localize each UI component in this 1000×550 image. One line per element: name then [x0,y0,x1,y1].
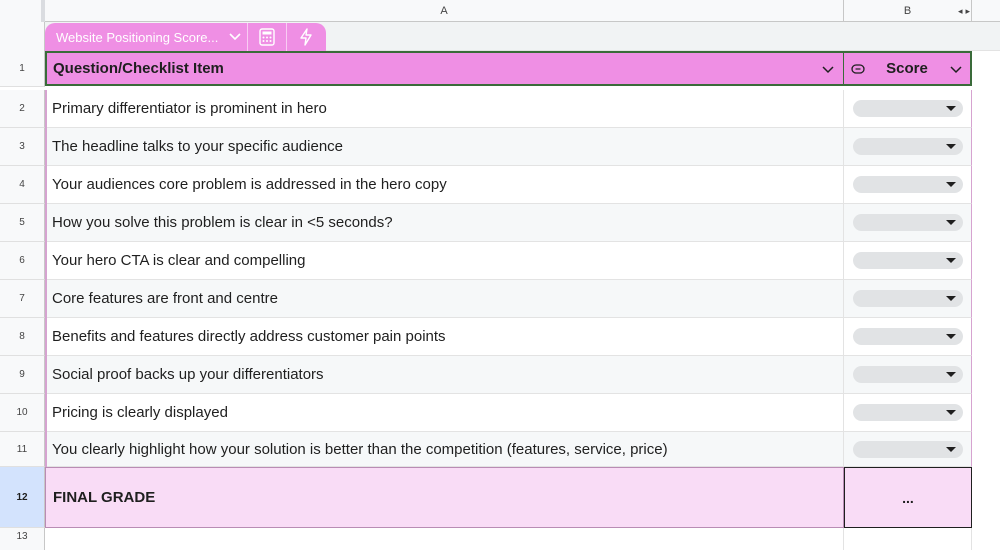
column-scroll-arrows[interactable]: ◂▸ [958,0,973,22]
score-cell[interactable] [844,166,972,204]
select-all-corner[interactable] [0,0,45,22]
dropdown-arrow-icon [945,106,956,111]
dropdown-arrow-icon [945,296,956,301]
dropdown-arrow-icon [945,372,956,377]
row-number[interactable]: 8 [0,318,45,356]
checklist-item-cell[interactable]: You clearly highlight how your solution … [45,432,844,467]
score-dropdown[interactable] [852,138,963,155]
score-column-header[interactable]: Score [844,51,972,86]
final-grade-label[interactable]: FINAL GRADE [45,467,844,528]
dropdown-arrow-icon [945,258,956,263]
row-number[interactable]: 1 [0,51,45,87]
score-dropdown[interactable] [852,252,963,269]
empty-cell[interactable] [45,528,844,550]
row-number[interactable]: 3 [0,128,45,166]
column-header-bar: A B ◂▸ [0,0,1000,22]
row-number[interactable]: 7 [0,280,45,318]
row-number[interactable]: 6 [0,242,45,280]
checklist-item-cell[interactable]: Pricing is clearly displayed [45,394,844,432]
final-grade-value[interactable]: ... [844,467,972,528]
score-cell[interactable] [844,280,972,318]
row-number[interactable]: 2 [0,90,45,128]
lightning-icon[interactable] [287,23,325,51]
table-name[interactable]: Website Positioning Score... [45,30,223,45]
checklist-item-cell[interactable]: The headline talks to your specific audi… [45,128,844,166]
score-cell[interactable] [844,128,972,166]
score-cell[interactable] [844,432,972,467]
dropdown-arrow-icon [945,144,956,149]
chevron-down-icon[interactable] [223,30,247,44]
score-column-label: Score [886,60,928,77]
score-dropdown[interactable] [852,328,963,345]
checklist-item-cell[interactable]: Your hero CTA is clear and compelling [45,242,844,280]
dropdown-arrow-icon [945,220,956,225]
score-cell[interactable] [844,204,972,242]
column-header-b[interactable]: B [844,0,972,22]
dropdown-arrow-icon [945,334,956,339]
score-dropdown[interactable] [852,176,963,193]
question-column-header[interactable]: Question/Checklist Item [45,51,844,86]
score-cell[interactable] [844,90,972,128]
checklist-item-cell[interactable]: Primary differentiator is prominent in h… [45,90,844,128]
checklist-item-cell[interactable]: Your audiences core problem is addressed… [45,166,844,204]
chevron-down-icon[interactable] [942,61,970,77]
column-header-a[interactable]: A [45,0,844,22]
question-column-label: Question/Checklist Item [53,60,224,77]
row-number[interactable]: 9 [0,356,45,394]
score-dropdown[interactable] [852,214,963,231]
calculator-icon[interactable] [248,23,286,51]
dropdown-arrow-icon [945,446,956,452]
row-number[interactable]: 12 [0,467,45,528]
dropdown-chip-icon [844,63,872,74]
score-cell[interactable] [844,394,972,432]
score-cell[interactable] [844,356,972,394]
row-number[interactable]: 5 [0,204,45,242]
chevron-down-icon[interactable] [813,61,843,77]
checklist-item-cell[interactable]: How you solve this problem is clear in <… [45,204,844,242]
score-dropdown[interactable] [852,100,963,117]
score-dropdown[interactable] [852,404,963,421]
row-number[interactable]: 4 [0,166,45,204]
table-name-tab[interactable]: Website Positioning Score... [45,23,326,51]
dropdown-arrow-icon [945,410,956,415]
checklist-item-cell[interactable]: Core features are front and centre [45,280,844,318]
score-cell[interactable] [844,318,972,356]
row-number[interactable]: 10 [0,394,45,432]
score-dropdown[interactable] [852,290,963,307]
row-number[interactable]: 11 [0,432,45,467]
row-number[interactable]: 13 [0,528,45,550]
score-dropdown[interactable] [852,440,963,458]
dropdown-arrow-icon [945,182,956,187]
score-cell[interactable] [844,242,972,280]
score-dropdown[interactable] [852,366,963,383]
checklist-item-cell[interactable]: Social proof backs up your differentiato… [45,356,844,394]
empty-cell[interactable] [844,528,972,550]
checklist-item-cell[interactable]: Benefits and features directly address c… [45,318,844,356]
table-left-edge [45,90,47,467]
row-gutter-spacer [0,22,45,51]
